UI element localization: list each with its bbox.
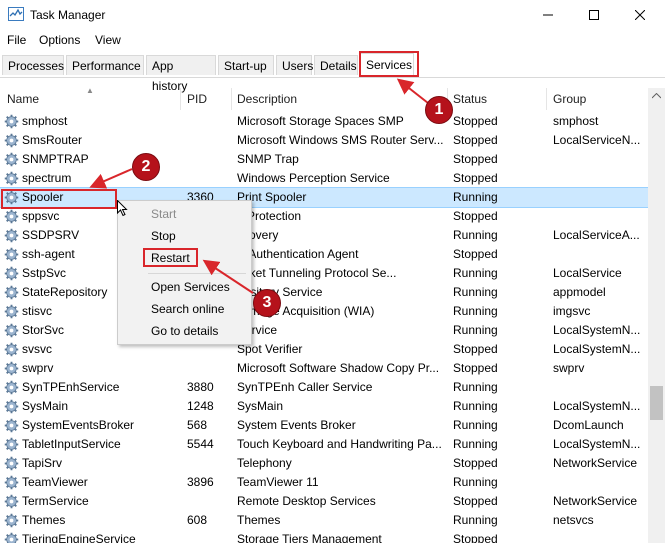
callout-1: 1	[425, 96, 453, 124]
callout-2: 2	[132, 153, 160, 181]
annotation-arrows	[89, 78, 429, 294]
annotation-arrow-1	[396, 78, 429, 104]
annotation-arrow-3	[202, 259, 254, 294]
mouse-cursor-icon	[117, 200, 128, 217]
callout-3: 3	[253, 289, 281, 317]
annotation-arrow-2	[89, 168, 133, 189]
